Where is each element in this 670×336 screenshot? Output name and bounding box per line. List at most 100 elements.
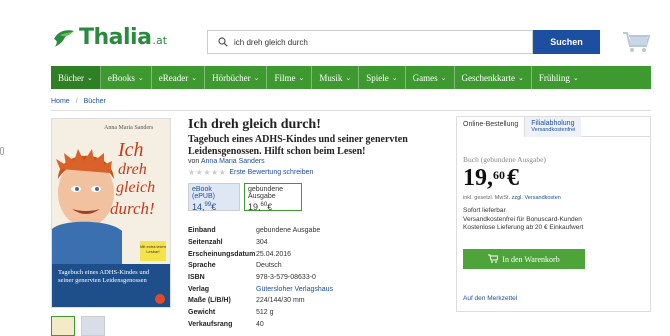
price-main: 14, (192, 202, 205, 212)
spec-value: 224/144/30 mm (256, 297, 305, 305)
tax-info: inkl. gesetzl. MwSt. zzgl. Versandkosten (463, 195, 561, 201)
breadcrumb-home[interactable]: Home (51, 98, 70, 105)
wishlist-link[interactable]: Auf den Merkzettel (463, 295, 517, 302)
divider (51, 110, 651, 111)
spec-row: Sprache Deutsch (188, 260, 333, 272)
cover-title-line: gleich (116, 179, 156, 196)
breadcrumb-separator: / (75, 98, 78, 105)
price-main: 19, (463, 165, 493, 191)
search-icon (214, 33, 232, 51)
nav-item-geschenkkarte[interactable]: Geschenkkarte ⌄ (455, 66, 532, 89)
breadcrumb-category[interactable]: Bücher (84, 98, 106, 105)
tax-text: inkl. gesetzl. MwSt. (463, 195, 511, 201)
nav-item-games[interactable]: Games ⌄ (406, 66, 455, 89)
nav-item-ebooks[interactable]: eBooks ⌄ (101, 66, 152, 89)
spec-key: Seitenzahl (188, 239, 223, 247)
format-hardcover[interactable]: gebundene Ausgabe 19,60€ (244, 183, 302, 212)
thumbnail-preview[interactable] (81, 316, 105, 336)
author-link[interactable]: Anna Maria Sanders (201, 158, 265, 165)
star-rating-icon: ★★★★★ (188, 168, 227, 177)
buybox-price: 19, 60 € (463, 165, 519, 192)
spec-key: Maße (L/B/H) (188, 297, 231, 305)
chevron-down-icon: ⌄ (298, 73, 305, 82)
spec-key: Verkaufsrang (188, 320, 233, 328)
breadcrumb: Home / Bücher (51, 98, 106, 105)
nav-item-filme[interactable]: Filme ⌄ (267, 66, 313, 89)
search-input[interactable] (234, 37, 524, 47)
spec-key: Verlag (188, 285, 210, 293)
thumbnail-cover[interactable] (51, 316, 75, 336)
add-to-cart-button[interactable]: In den Warenkorb (463, 249, 585, 269)
spec-row: ISBN 978-3-579-08633-0 (188, 272, 333, 284)
delivery-info: Sofort lieferbar Versandkostenfrei für B… (463, 207, 583, 233)
format-ebook[interactable]: eBook (ePUB) 14,99€ (188, 183, 240, 212)
nav-label: eReader (158, 72, 189, 83)
bird-logo-icon (52, 27, 76, 49)
author-prefix: von (188, 158, 200, 165)
chevron-down-icon: ⌄ (345, 73, 352, 82)
nav-label: eBooks (107, 72, 135, 83)
spec-value: 25.04.2016 (256, 250, 292, 258)
nav-label: Musik (319, 72, 343, 83)
product-author: von Anna Maria Sanders (188, 158, 265, 165)
spec-key: Gewicht (188, 309, 216, 317)
spec-value: 978-3-579-08633-0 (256, 274, 316, 282)
chevron-down-icon: ⌄ (391, 73, 398, 82)
buybox-format: Buch (gebundene Ausgabe) (463, 155, 546, 164)
nav-item-musik[interactable]: Musik ⌄ (312, 66, 360, 89)
cover-title-line: dreh (118, 161, 147, 178)
free-delivery-note: Kostenlose Lieferung ab 20 € Einkaufwert (463, 224, 584, 231)
spec-key: Einband (188, 227, 216, 235)
cover-title-line: Ich (118, 139, 144, 161)
spec-row: Verlag Gütersloher Verlagshaus (188, 283, 333, 295)
scroll-marker (0, 147, 4, 155)
spec-row: Maße (L/B/H) 224/144/30 mm (188, 295, 333, 307)
order-tabs: Online-Bestellung Filialabholung Versand… (457, 117, 650, 137)
shopping-cart-icon[interactable] (622, 30, 651, 54)
spec-value: 40 (256, 320, 264, 328)
spec-key: ISBN (188, 274, 205, 282)
chevron-down-icon: ⌄ (87, 73, 93, 82)
product-subtitle: Tagebuch eines ADHS-Kindes und seiner ge… (188, 134, 408, 157)
publisher-link[interactable]: Gütersloher Verlagshaus (256, 286, 333, 293)
cover-thumbnails (51, 316, 105, 336)
price-decimal: 60 (493, 168, 505, 182)
rating: ★★★★★ Erste Bewertung schreiben (188, 168, 313, 177)
write-review-link[interactable]: Erste Bewertung schreiben (229, 169, 313, 176)
nav-label: Bücher (58, 72, 84, 83)
format-label: gebundene Ausgabe (248, 186, 284, 200)
shipping-cost-link[interactable]: zzgl. Versandkosten (512, 195, 561, 201)
spec-value: Deutsch (256, 262, 282, 270)
nav-label: Hörbücher (212, 72, 251, 83)
nav-item-ereader[interactable]: eReader ⌄ (152, 66, 206, 89)
site-header: Thalia .at Suchen (0, 0, 670, 66)
availability: Sofort lieferbar (463, 207, 506, 214)
price-currency: € (211, 202, 217, 212)
price-currency: € (507, 165, 519, 191)
price-currency: € (267, 202, 273, 212)
nav-item-hoerbuecher[interactable]: Hörbücher ⌄ (205, 66, 268, 89)
thalia-logo[interactable]: Thalia .at (52, 27, 167, 49)
product-specs: Einband gebundene Ausgabe Seitenzahl 304 E… (188, 225, 333, 330)
chevron-down-icon: ⌄ (440, 73, 447, 82)
chevron-down-icon: ⌄ (517, 73, 524, 82)
tab-store-pickup[interactable]: Filialabholung Versandkostenfrei (525, 117, 582, 137)
shipping-note: Versandkostenfrei für Bonuscard-Kunden (463, 215, 582, 223)
buy-box: Online-Bestellung Filialabholung Versand… (456, 116, 651, 312)
nav-item-buecher[interactable]: Bücher ⌄ (51, 66, 101, 89)
tab-online-order[interactable]: Online-Bestellung (457, 117, 526, 137)
nav-item-fruehling[interactable]: Frühling ⌄ (532, 66, 586, 89)
format-selector: eBook (ePUB) 14,99€ gebundene Ausgabe 19… (188, 183, 302, 212)
book-cover-image[interactable]: Anna Maria Sanders Ich dreh gleich durch… (51, 118, 171, 308)
price-main: 19, (248, 202, 261, 212)
nav-label: Geschenkkarte (461, 72, 515, 83)
spec-key: Sprache (188, 262, 216, 270)
nav-label: Filme (274, 72, 296, 83)
logo-tld: .at (152, 34, 168, 47)
product-title: Ich dreh gleich durch! (188, 117, 321, 132)
nav-item-spiele[interactable]: Spiele ⌄ (359, 66, 406, 89)
chevron-down-icon: ⌄ (137, 73, 144, 82)
chevron-down-icon: ⌄ (191, 73, 198, 82)
spec-value: 304 (256, 239, 268, 247)
search-button[interactable]: Suchen (533, 30, 600, 54)
